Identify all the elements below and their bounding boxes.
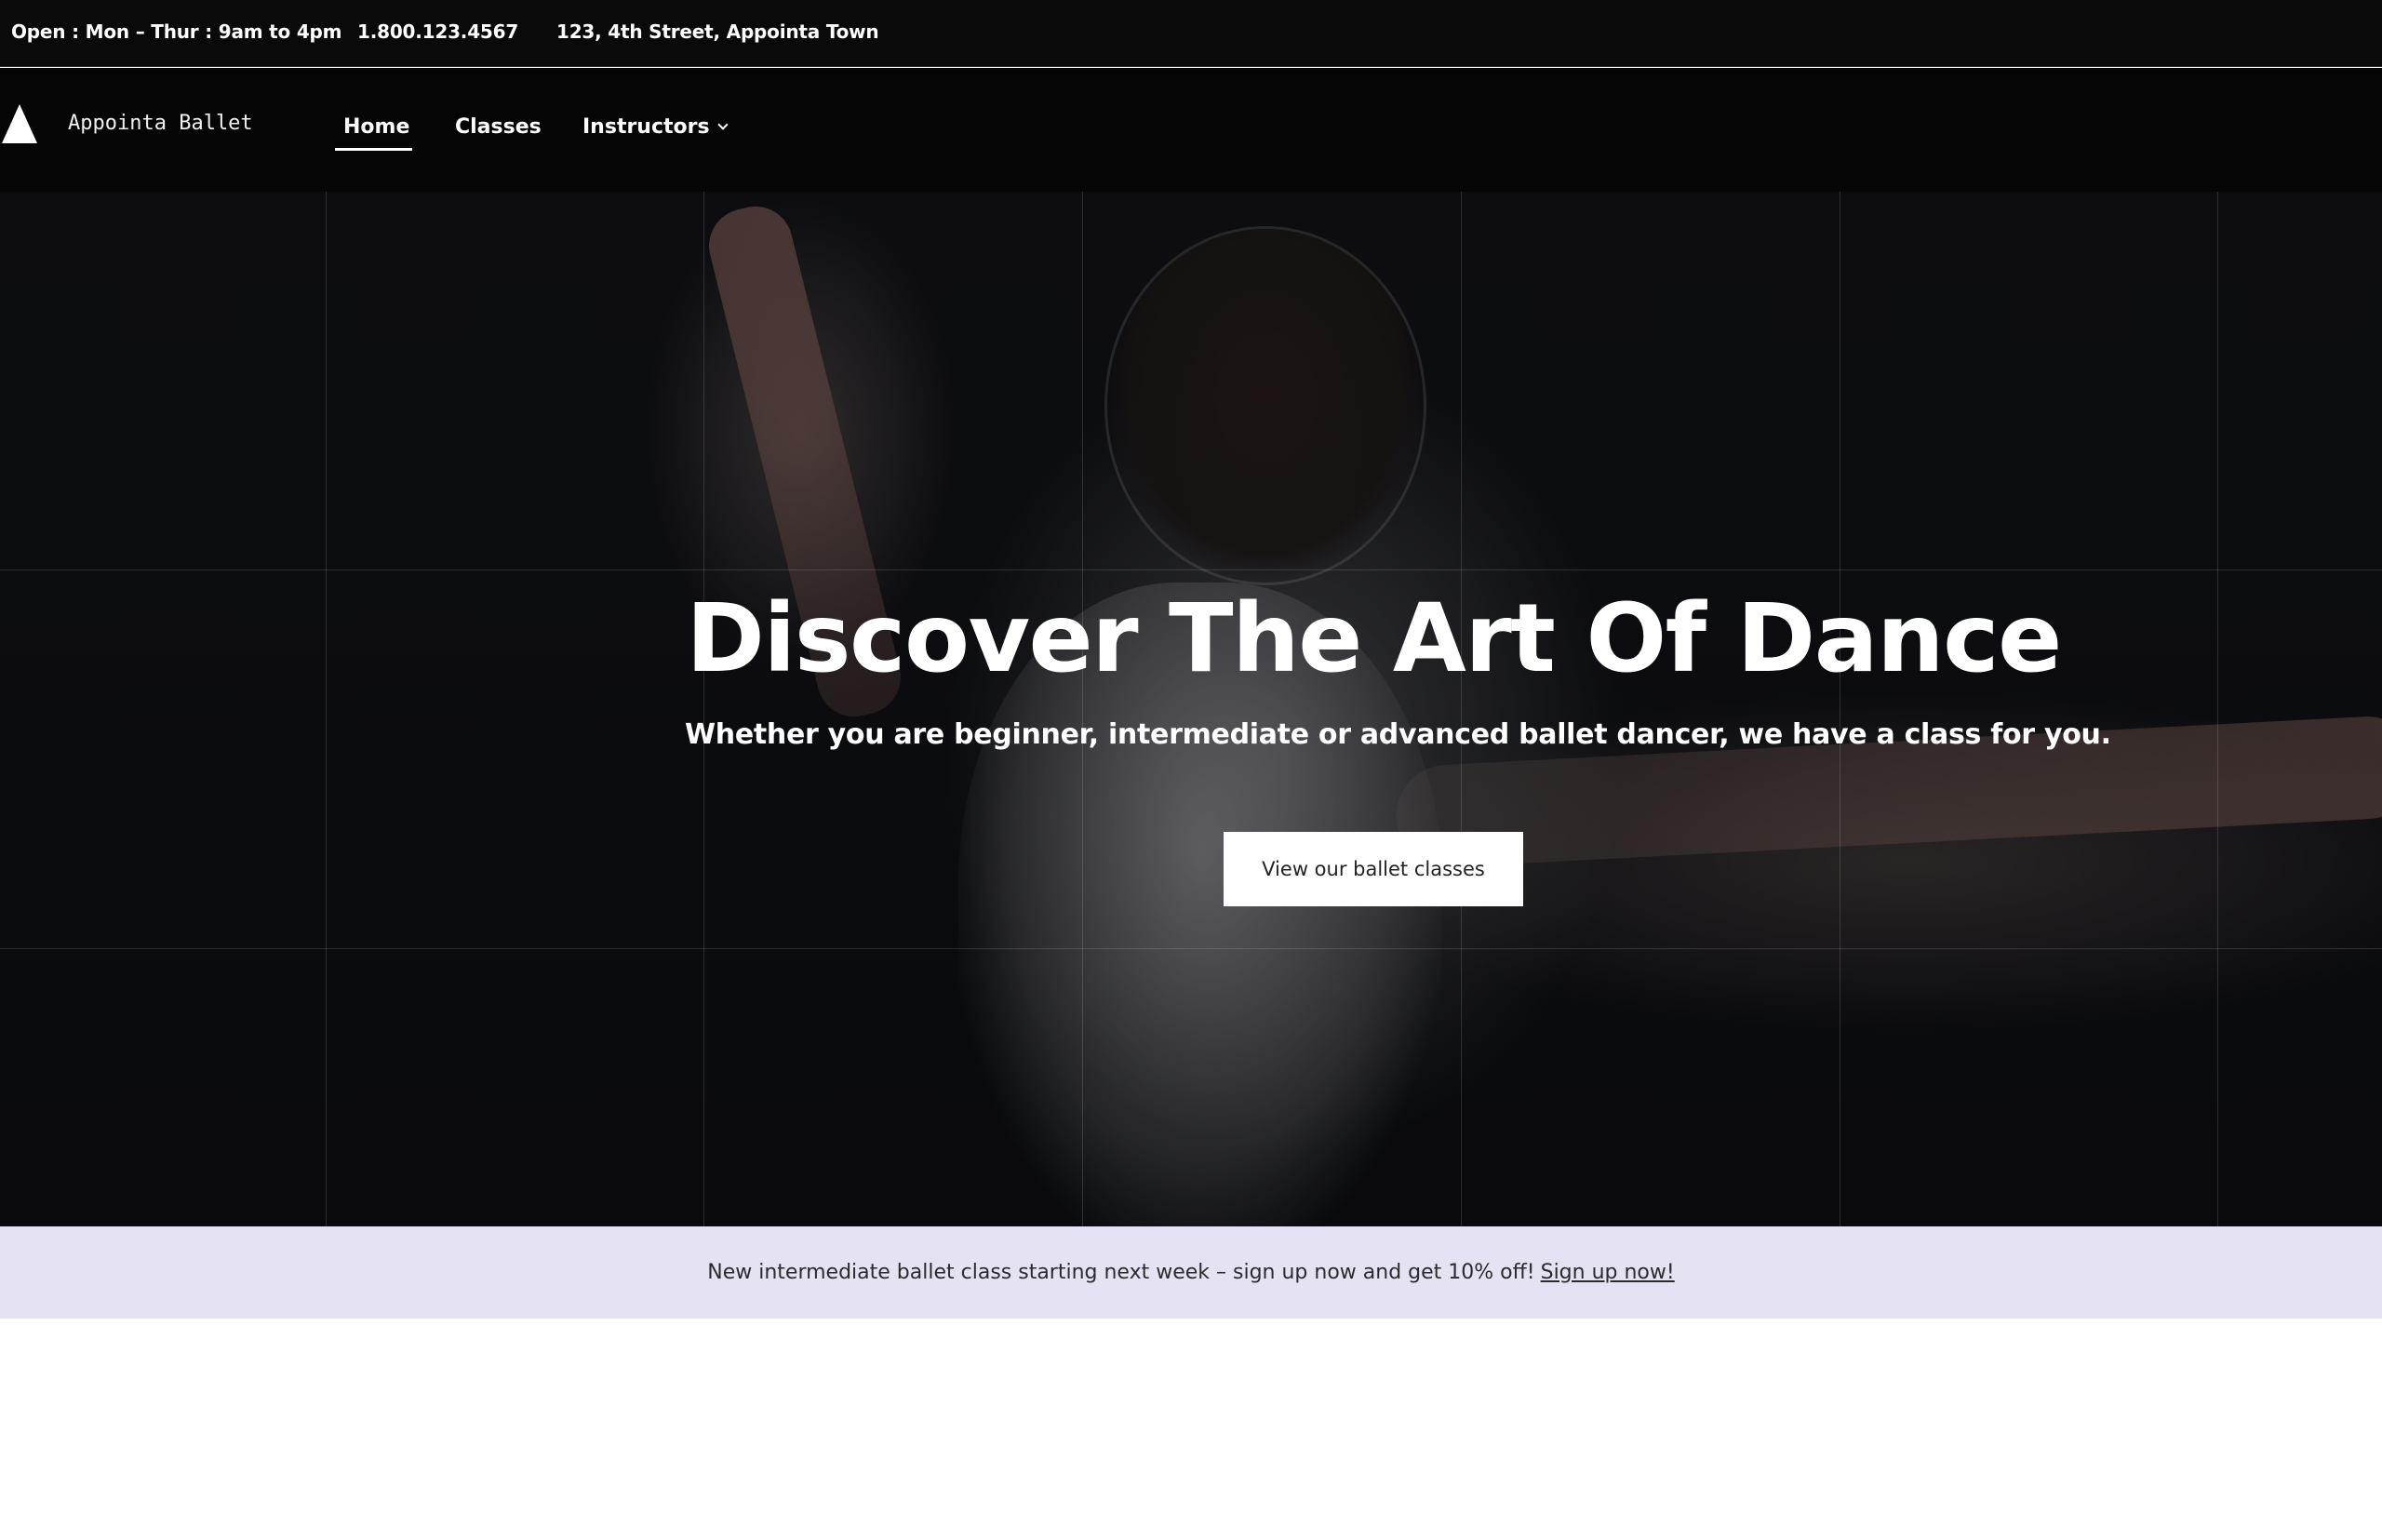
- announcement-text: New intermediate ballet class starting n…: [707, 1261, 1535, 1284]
- grid-line: [0, 569, 2382, 570]
- sign-up-link[interactable]: Sign up now!: [1541, 1261, 1675, 1284]
- hero-title: Discover The Art Of Dance: [686, 583, 2062, 694]
- grid-line: [326, 192, 327, 1226]
- grid-line: [1082, 192, 1083, 1226]
- view-classes-button[interactable]: View our ballet classes: [1224, 832, 1523, 906]
- chevron-down-icon: [716, 119, 729, 130]
- hero-overlay: [0, 192, 2382, 1226]
- hero-section: Discover The Art Of Dance Whether you ar…: [0, 192, 2382, 1226]
- address: 123, 4th Street, Appointa Town: [556, 20, 879, 43]
- active-nav-underline: [335, 148, 412, 151]
- nav-item-home[interactable]: Home: [343, 115, 409, 139]
- brand-name: Appointa Ballet: [68, 112, 253, 135]
- phone-number[interactable]: 1.800.123.4567: [357, 20, 518, 43]
- site-header: Appointa Ballet Home Classes Instructors: [0, 68, 2382, 192]
- announcement-bar: New intermediate ballet class starting n…: [0, 1226, 2382, 1319]
- triangle-logo-icon: [2, 104, 37, 143]
- top-info-bar: Open : Mon – Thur : 9am to 4pm 1.800.123…: [0, 0, 2382, 67]
- grid-line: [1461, 192, 1462, 1226]
- hero-subtitle: Whether you are beginner, intermediate o…: [685, 718, 2111, 751]
- opening-hours: Open : Mon – Thur : 9am to 4pm: [11, 20, 342, 43]
- content-area: [0, 1319, 2382, 1540]
- grid-line: [703, 192, 704, 1226]
- nav-item-instructors[interactable]: Instructors: [582, 115, 729, 139]
- nav-item-instructors-label: Instructors: [582, 115, 710, 139]
- grid-line: [2217, 192, 2218, 1226]
- grid-line: [0, 948, 2382, 949]
- nav-item-classes[interactable]: Classes: [455, 115, 542, 139]
- hero-title-wrap: Discover The Art Of Dance: [685, 583, 2062, 696]
